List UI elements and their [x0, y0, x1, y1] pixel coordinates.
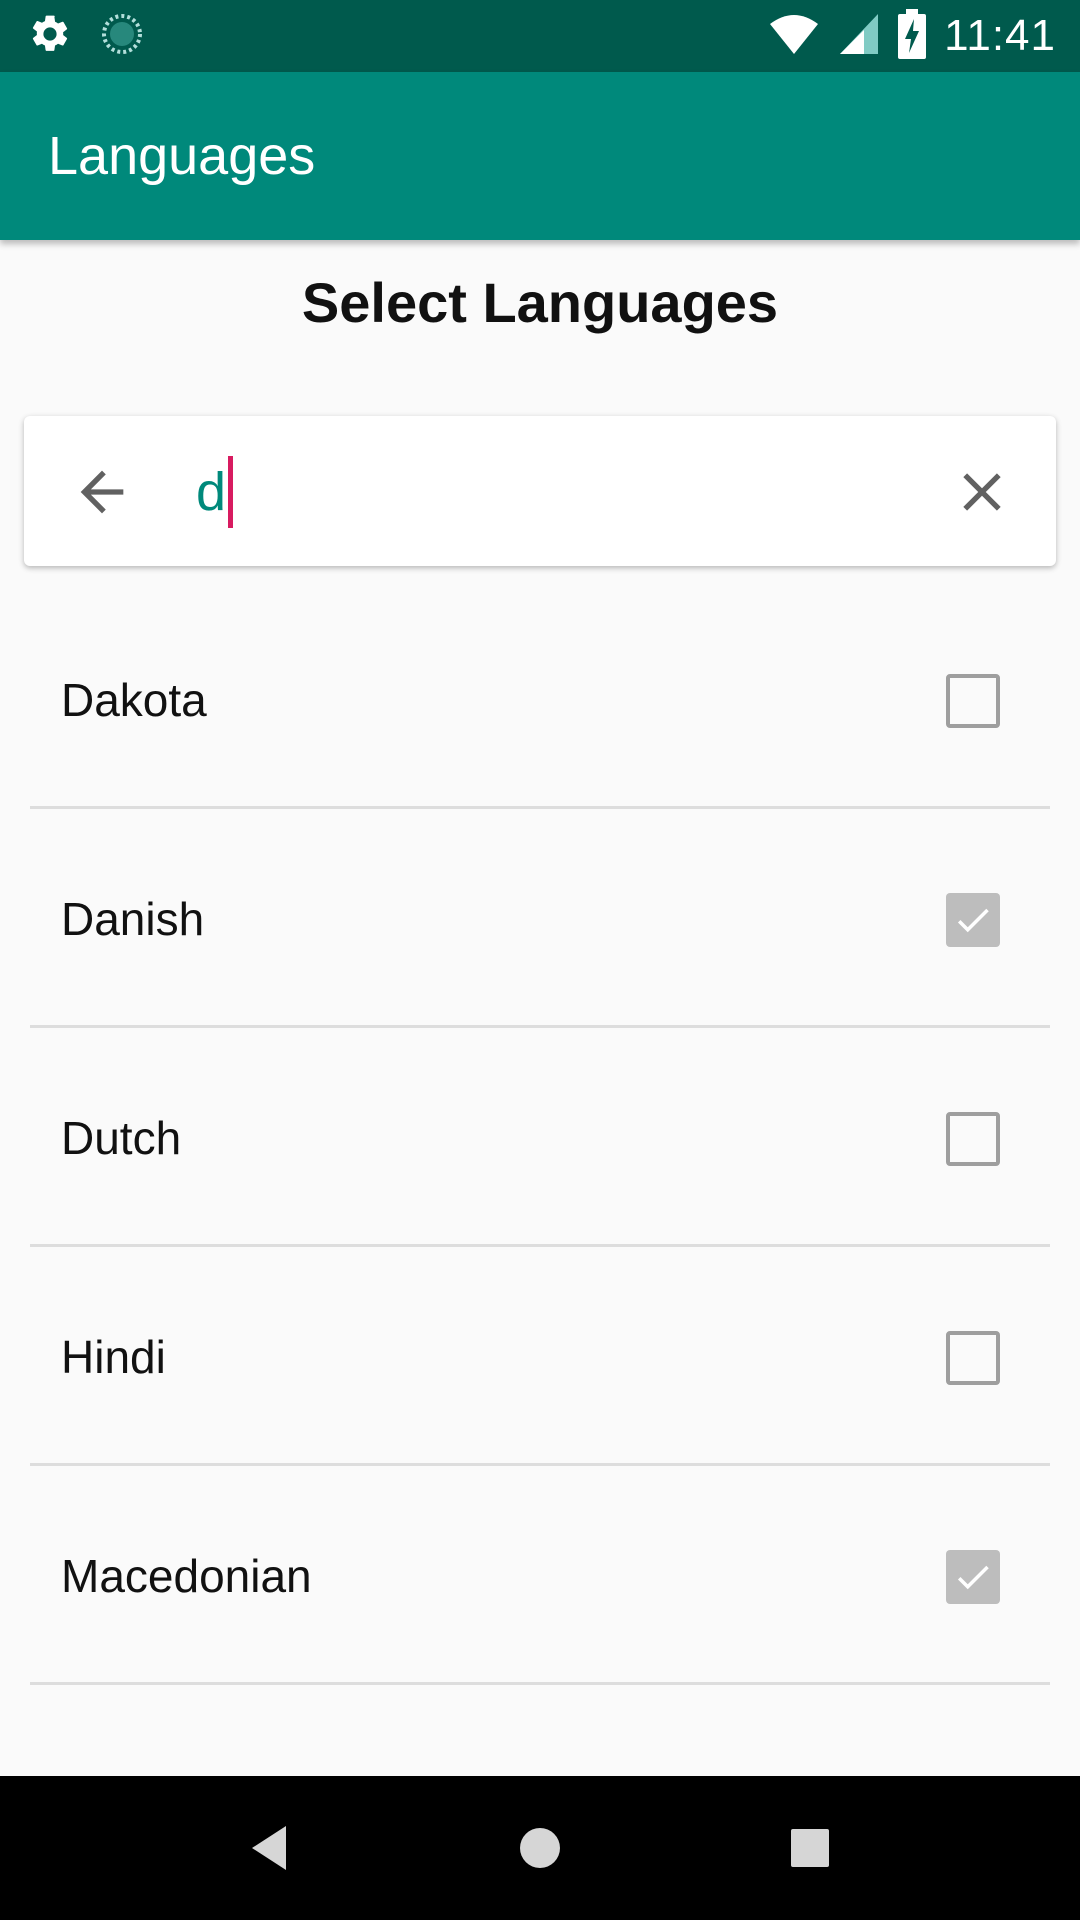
signal-icon: [838, 12, 880, 61]
checkmark-icon: [957, 908, 989, 933]
search-input-value[interactable]: d: [196, 461, 226, 523]
page-title: Select Languages: [301, 271, 779, 334]
battery-charging-icon: [898, 8, 927, 64]
screen: 11:41 Languages Select Languages d Dakot…: [0, 0, 1080, 1920]
list-item[interactable]: Dakota: [0, 590, 1080, 809]
checkbox-checked[interactable]: [946, 1550, 1000, 1604]
recents-icon[interactable]: [778, 1816, 842, 1880]
status-bar: 11:41: [0, 0, 1080, 72]
wifi-icon: [768, 12, 820, 61]
app-bar-title: Languages: [48, 126, 316, 186]
arrow-back-icon[interactable]: [70, 460, 134, 524]
checkbox[interactable]: [946, 674, 1000, 728]
list-item-label: Macedonian: [61, 1549, 312, 1602]
list-item[interactable]: Dutch: [0, 1028, 1080, 1247]
close-icon[interactable]: [950, 460, 1014, 524]
checkbox[interactable]: [946, 1112, 1000, 1166]
app-bar: Languages: [0, 72, 1080, 240]
checkbox[interactable]: [946, 1331, 1000, 1385]
back-icon[interactable]: [238, 1816, 302, 1880]
text-cursor: [228, 456, 234, 528]
search-bar: d: [24, 416, 1056, 566]
loading-icon: [100, 12, 144, 61]
settings-icon: [28, 12, 72, 61]
navigation-bar: [0, 1776, 1080, 1920]
checkbox-checked[interactable]: [946, 893, 1000, 947]
list-item-label: Danish: [61, 892, 205, 945]
list-item-label: Dakota: [61, 673, 207, 726]
list-item[interactable]: Hindi: [0, 1247, 1080, 1466]
search-input[interactable]: d: [196, 452, 234, 532]
list-item-label: Dutch: [61, 1111, 182, 1164]
list-item[interactable]: Danish: [0, 809, 1080, 1028]
list-item-label: Hindi: [61, 1330, 166, 1383]
checkmark-icon: [957, 1565, 989, 1590]
status-time: 11:41: [944, 11, 1056, 60]
list-item[interactable]: Macedonian: [0, 1466, 1080, 1685]
language-list: Dakota Danish Dutch Hindi Macedonian: [0, 590, 1080, 1805]
home-icon[interactable]: [508, 1816, 572, 1880]
